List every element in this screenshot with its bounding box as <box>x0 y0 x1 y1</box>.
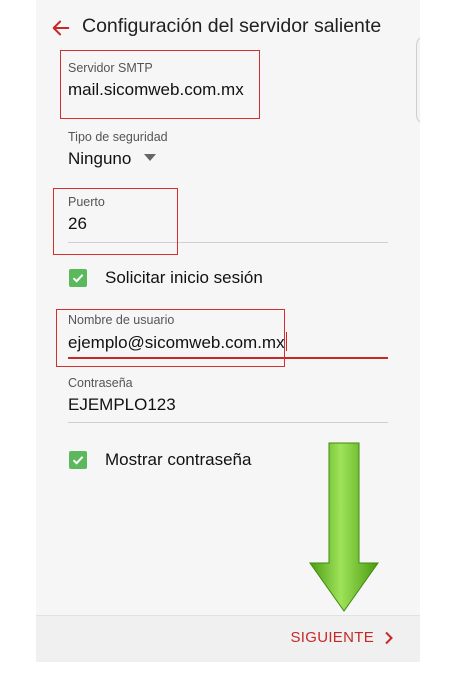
security-type-select[interactable]: Ninguno <box>68 149 388 169</box>
show-password-label: Mostrar contraseña <box>105 450 252 469</box>
page-title: Configuración del servidor saliente <box>82 15 382 37</box>
smtp-highlight-box <box>60 50 260 119</box>
check-icon <box>72 456 84 465</box>
app-header: Configuración del servidor saliente <box>36 0 420 56</box>
password-field[interactable]: Contraseña EJEMPLO123 <box>68 376 388 424</box>
username-highlight-box <box>56 309 285 367</box>
text-cursor <box>285 332 287 351</box>
down-arrow-icon <box>309 442 379 612</box>
require-login-label: Solicitar inicio sesión <box>105 268 263 287</box>
security-type-label: Tipo de seguridad <box>68 130 168 144</box>
password-underline <box>68 422 388 423</box>
bottom-bar: SIGUIENTE <box>36 615 420 662</box>
next-button[interactable]: SIGUIENTE <box>290 629 394 646</box>
show-password-checkbox[interactable] <box>69 451 87 469</box>
arrow-left-icon[interactable] <box>50 17 72 39</box>
security-type-value: Ninguno <box>68 149 132 168</box>
next-label: SIGUIENTE <box>290 629 374 646</box>
security-type-field[interactable]: Tipo de seguridad Ninguno <box>68 130 388 180</box>
dropdown-arrow-icon <box>144 154 157 161</box>
require-login-checkbox[interactable] <box>69 269 87 287</box>
chevron-right-icon <box>385 631 393 644</box>
show-password-checkbox-row[interactable]: Mostrar contraseña <box>69 450 251 470</box>
password-label: Contraseña <box>68 376 133 390</box>
side-handle[interactable] <box>416 36 420 124</box>
require-login-checkbox-row[interactable]: Solicitar inicio sesión <box>69 268 263 288</box>
check-icon <box>72 274 84 283</box>
port-highlight-box <box>53 188 178 255</box>
password-input[interactable]: EJEMPLO123 <box>68 395 388 415</box>
